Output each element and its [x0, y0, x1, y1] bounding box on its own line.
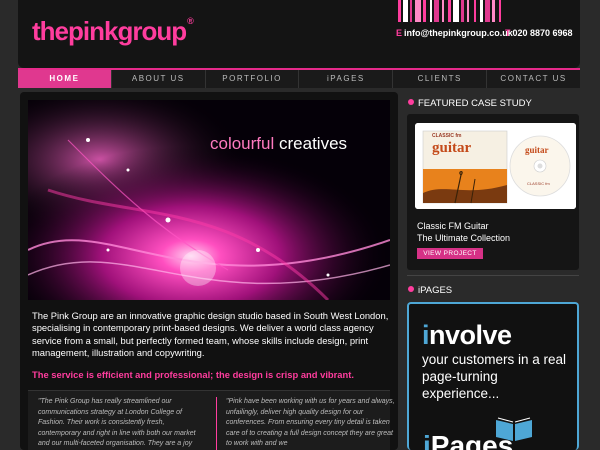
main-content: colourful creatives The Pink Group are a… — [20, 92, 398, 450]
bullet-icon — [408, 99, 414, 105]
testimonials-box: "The Pink Group has really streamlined o… — [28, 390, 395, 450]
main-nav: HOME ABOUT US PORTFOLIO iPAGES CLIENTS C… — [18, 68, 580, 88]
ipages-promo[interactable]: involve your customers in a real page-tu… — [407, 302, 579, 450]
sidebar-divider — [407, 275, 579, 276]
disc-label-sub: CLASSIC fm — [527, 181, 550, 186]
tagline: The service is efficient and professiona… — [32, 369, 354, 380]
product-label-main: guitar — [432, 140, 472, 156]
featured-case-panel: CLASSIC fm guitar guitar CLASSIC fm Clas… — [407, 114, 579, 270]
nav-home[interactable]: HOME — [18, 70, 112, 88]
hero-banner: colourful creatives — [28, 100, 390, 300]
product-label-top: CLASSIC fm — [432, 133, 462, 139]
view-project-button[interactable]: VIEW PROJECT — [417, 248, 483, 259]
disc-label: guitar — [525, 145, 549, 155]
nav-portfolio[interactable]: PORTFOLIO — [206, 70, 300, 88]
testimonial-quote: "The Pink Group has really streamlined o… — [38, 398, 196, 448]
site-logo[interactable]: thepinkgroup® — [32, 16, 194, 47]
open-book-icon — [496, 417, 532, 441]
nav-ipages[interactable]: iPAGES — [299, 70, 394, 88]
featured-case-study-heading: FEATURED CASE STUDY — [408, 98, 532, 109]
intro-paragraph: The Pink Group are an innovative graphic… — [32, 310, 389, 359]
ipages-heading: iPAGES — [408, 285, 452, 296]
nav-contact-us[interactable]: CONTACT US — [487, 70, 580, 88]
involve-headline: involve — [422, 320, 512, 350]
barcode-stripe — [501, 0, 504, 22]
case-study-image[interactable]: CLASSIC fm guitar guitar CLASSIC fm — [415, 123, 576, 209]
hero-artwork — [28, 100, 390, 300]
case-study-title: Classic FM Guitar The Ultimate Collectio… — [417, 221, 511, 243]
contact-phone: T 020 8870 6968 — [505, 28, 573, 38]
nav-about-us[interactable]: ABOUT US — [112, 70, 206, 88]
involve-subtext: your customers in a real page-turning ex… — [422, 352, 567, 401]
nav-clients[interactable]: CLIENTS — [393, 70, 488, 88]
contact-email[interactable]: Einfo@thepinkgroup.co.uk — [396, 28, 513, 38]
barcode-decoration — [398, 0, 580, 22]
bullet-icon — [408, 286, 414, 292]
testimonial-quote: "Pink have been working with us for year… — [226, 398, 395, 448]
testimonial-divider — [216, 397, 217, 450]
hero-title: colourful creatives — [210, 134, 348, 153]
